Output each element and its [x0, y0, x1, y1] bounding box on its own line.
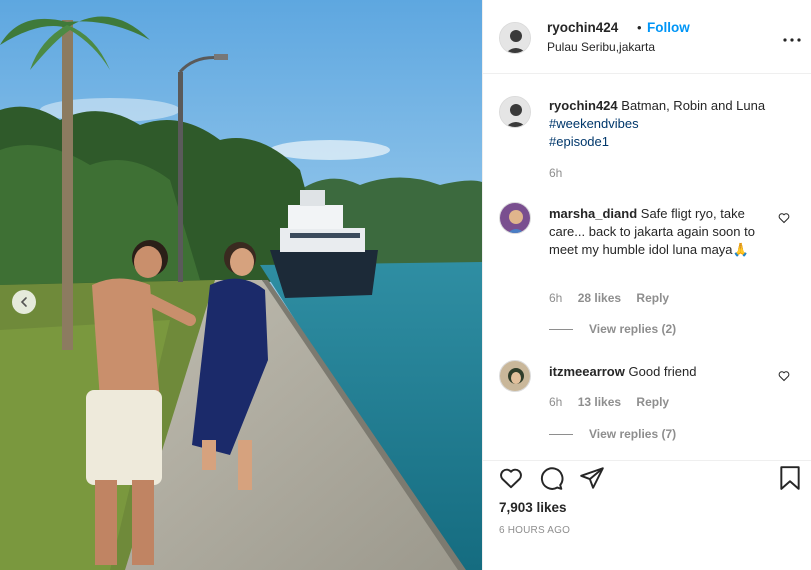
comment-username[interactable]: itzmeearrow	[549, 364, 625, 379]
follow-button[interactable]: Follow	[647, 20, 690, 35]
post-header: ryochin424 • Follow Pulau Seribu,jakarta	[483, 0, 811, 74]
share-icon[interactable]	[579, 465, 605, 494]
comment-meta: 6h 28 likes Reply	[549, 291, 681, 305]
avatar[interactable]	[499, 96, 531, 128]
caption-text: ryochin424 Batman, Robin and Luna #weeke…	[549, 97, 769, 151]
divider-line	[549, 434, 573, 436]
likes-count[interactable]: 7,903 likes	[499, 500, 567, 515]
comment-icon[interactable]	[538, 465, 564, 494]
comment-body: Good friend	[628, 364, 697, 379]
caption-meta: 6h	[549, 166, 574, 180]
heart-icon[interactable]	[498, 465, 524, 494]
reply-button[interactable]: Reply	[636, 395, 669, 409]
hashtag-episode1[interactable]: #episode1	[549, 133, 769, 151]
post-timestamp[interactable]: 6 HOURS AGO	[499, 525, 570, 536]
comment-meta: 6h 13 likes Reply	[549, 395, 681, 409]
more-options-icon[interactable]	[783, 30, 801, 45]
view-replies-button[interactable]: View replies (7)	[549, 427, 676, 441]
comment-time[interactable]: 6h	[549, 395, 562, 409]
beach-pier-photo	[0, 0, 482, 570]
comment-username[interactable]: marsha_diand	[549, 206, 637, 221]
comment-text: itzmeearrow Good friend	[549, 363, 769, 381]
heart-icon[interactable]	[778, 370, 790, 385]
comment-time[interactable]: 6h	[549, 291, 562, 305]
view-replies-label: View replies (2)	[589, 322, 677, 336]
avatar[interactable]	[499, 202, 531, 234]
post-location[interactable]: Pulau Seribu,jakarta	[547, 40, 655, 54]
hashtag-weekendvibes[interactable]: #weekendvibes	[549, 115, 769, 133]
chevron-left-icon	[20, 297, 27, 307]
previous-photo-button[interactable]	[12, 290, 36, 314]
post-side-panel: ryochin424 • Follow Pulau Seribu,jakarta…	[482, 0, 811, 570]
avatar[interactable]	[499, 360, 531, 392]
avatar[interactable]	[499, 22, 531, 54]
post-actions: 7,903 likes 6 HOURS AGO	[483, 460, 811, 570]
bookmark-icon[interactable]	[778, 465, 802, 494]
post-author-username[interactable]: ryochin424	[547, 20, 618, 35]
view-replies-label: View replies (7)	[589, 427, 677, 441]
post-photo	[0, 0, 482, 570]
comments-section: ryochin424 Batman, Robin and Luna #weeke…	[483, 74, 811, 460]
view-replies-button[interactable]: View replies (2)	[549, 322, 676, 336]
reply-button[interactable]: Reply	[636, 291, 669, 305]
comment-text: marsha_diand Safe fligt ryo, take care..…	[549, 205, 769, 259]
caption-time[interactable]: 6h	[549, 166, 562, 180]
caption-body: Batman, Robin and Luna	[621, 98, 766, 113]
divider-line	[549, 329, 573, 331]
comment-likes[interactable]: 28 likes	[578, 291, 621, 305]
comment-likes[interactable]: 13 likes	[578, 395, 621, 409]
separator-dot: •	[637, 20, 642, 35]
caption-username[interactable]: ryochin424	[549, 98, 618, 113]
heart-icon[interactable]	[778, 212, 790, 227]
